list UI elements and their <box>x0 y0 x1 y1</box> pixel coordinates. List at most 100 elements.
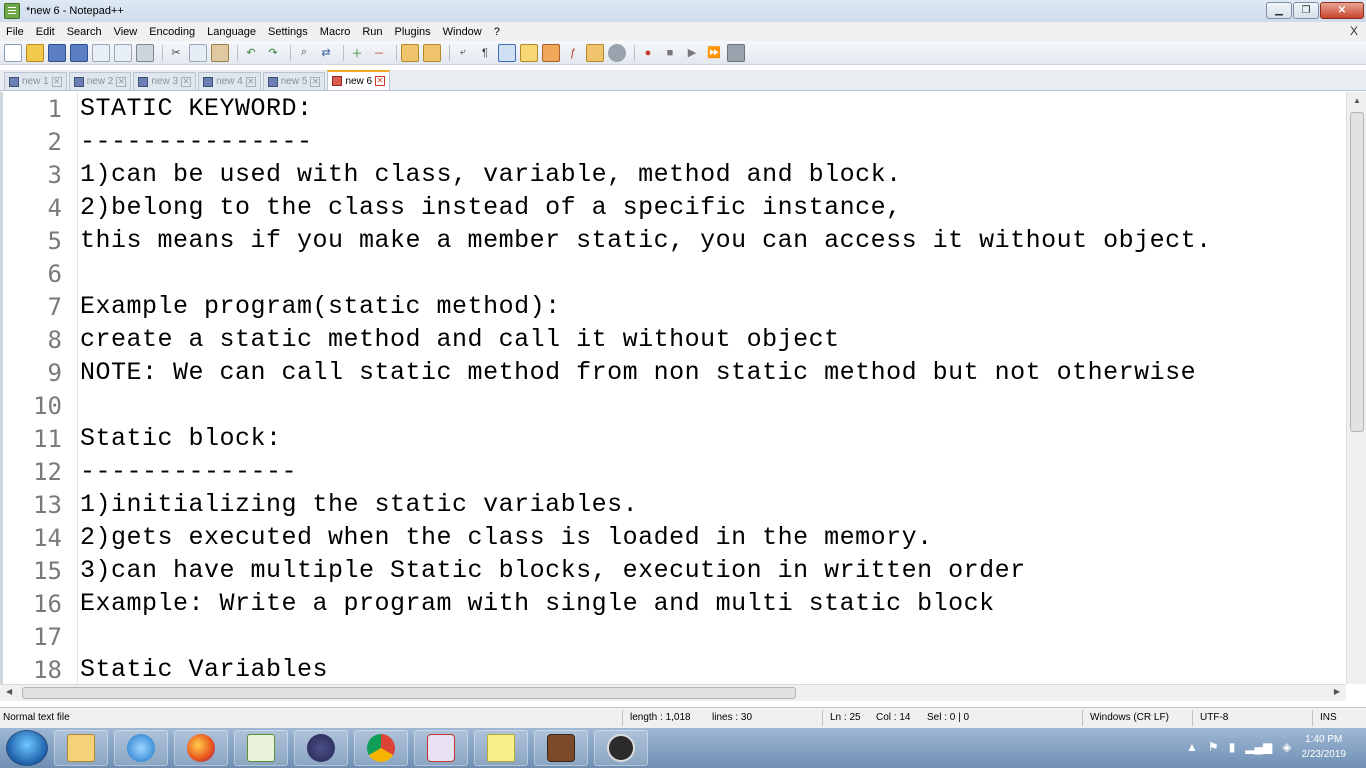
menu-run[interactable]: Run <box>356 26 388 38</box>
menu-window[interactable]: Window <box>437 26 488 38</box>
editor-line[interactable]: 17 <box>3 620 1346 653</box>
indent-guide-icon[interactable] <box>498 43 516 62</box>
restore-button[interactable]: ❐ <box>1293 2 1319 19</box>
line-text[interactable]: Static Variables <box>71 655 328 684</box>
save-icon[interactable] <box>48 43 66 62</box>
menu-plugins[interactable]: Plugins <box>389 26 437 38</box>
tab-close-icon[interactable]: ✕ <box>181 76 192 87</box>
scroll-right-icon[interactable]: ▶ <box>1334 687 1340 696</box>
editor-line[interactable]: 6 <box>3 257 1346 290</box>
taskbar-snipping-tool[interactable] <box>414 730 468 766</box>
document-map-icon[interactable] <box>542 43 560 62</box>
taskbar-sticky-notes[interactable] <box>474 730 528 766</box>
menu-encoding[interactable]: Encoding <box>143 26 201 38</box>
editor-line[interactable]: 15 3)can have multiple Static blocks, exe… <box>3 554 1346 587</box>
tab-close-icon[interactable]: ✕ <box>245 76 256 87</box>
editor-line[interactable]: 4 2)belong to the class instead of a spec… <box>3 191 1346 224</box>
line-text[interactable]: create a static method and call it witho… <box>71 325 840 354</box>
print-icon[interactable] <box>136 43 154 62</box>
editor-line[interactable]: 18 Static Variables <box>3 653 1346 684</box>
action-center-flag-icon[interactable]: ⚑ <box>1208 740 1219 754</box>
tab-close-icon[interactable]: ✕ <box>310 76 321 87</box>
monitoring-icon[interactable] <box>608 43 626 62</box>
close-file-icon[interactable] <box>92 43 110 62</box>
close-button[interactable]: ✕ <box>1320 2 1364 19</box>
cut-icon[interactable]: ✂ <box>167 44 185 62</box>
menu-edit[interactable]: Edit <box>30 26 61 38</box>
line-text[interactable]: 2)belong to the class instead of a speci… <box>71 193 902 222</box>
tab-new-6[interactable]: new 6 ✕ <box>327 70 391 90</box>
line-text[interactable]: STATIC KEYWORD: <box>71 94 313 123</box>
clock[interactable]: 1:40 PM 2/23/2019 <box>1302 732 1347 762</box>
paste-icon[interactable] <box>211 43 229 62</box>
tab-new-2[interactable]: new 2 ✕ <box>68 72 132 90</box>
tab-new-4[interactable]: new 4 ✕ <box>198 72 261 90</box>
horizontal-scrollbar[interactable]: ◀ ▶ <box>0 684 1346 701</box>
open-file-icon[interactable] <box>26 43 44 62</box>
editor-line[interactable]: 12 -------------- <box>3 455 1346 488</box>
scroll-left-icon[interactable]: ◀ <box>6 687 12 696</box>
start-orb-icon[interactable] <box>6 730 48 766</box>
undo-icon[interactable]: ↶ <box>242 44 260 62</box>
replace-icon[interactable]: ⇄ <box>317 44 335 62</box>
editor-line[interactable]: 8 create a static method and call it with… <box>3 323 1346 356</box>
taskbar-notepadpp[interactable] <box>234 730 288 766</box>
menu-language[interactable]: Language <box>201 26 262 38</box>
taskbar-folder[interactable] <box>54 730 108 766</box>
define-language-icon[interactable] <box>520 43 538 62</box>
minimize-button[interactable]: ▁ <box>1266 2 1292 19</box>
editor-line[interactable]: 9 NOTE: We can call static method from no… <box>3 356 1346 389</box>
sync-horizontal-icon[interactable] <box>423 43 441 62</box>
tab-new-5[interactable]: new 5 ✕ <box>262 72 326 90</box>
show-hidden-icons-icon[interactable]: ▲ <box>1186 740 1198 754</box>
save-all-icon[interactable] <box>70 43 88 62</box>
scroll-up-icon[interactable]: ▲ <box>1347 92 1366 109</box>
taskbar-obs[interactable] <box>594 730 648 766</box>
stop-recording-icon[interactable]: ■ <box>661 44 679 62</box>
run-macro-multiple-icon[interactable]: ⏩ <box>705 44 723 62</box>
taskbar-chrome[interactable] <box>354 730 408 766</box>
taskbar-app[interactable] <box>534 730 588 766</box>
vertical-scrollbar[interactable]: ▲ <box>1346 92 1366 684</box>
redo-icon[interactable]: ↷ <box>264 44 282 62</box>
line-text[interactable]: -------------- <box>71 457 297 486</box>
tab-close-icon[interactable]: ✕ <box>51 76 62 87</box>
playback-macro-icon[interactable]: ▶ <box>683 44 701 62</box>
save-macro-icon[interactable] <box>727 43 745 62</box>
menu-file[interactable]: File <box>0 26 30 38</box>
volume-icon[interactable]: ◈ <box>1282 740 1291 754</box>
taskbar-ie[interactable] <box>114 730 168 766</box>
editor-line[interactable]: 16 Example: Write a program with single a… <box>3 587 1346 620</box>
line-text[interactable]: 1)initializing the static variables. <box>71 490 638 519</box>
editor-line[interactable]: 3 1)can be used with class, variable, met… <box>3 158 1346 191</box>
close-all-icon[interactable] <box>114 43 132 62</box>
tab-close-icon[interactable]: ✕ <box>375 76 386 86</box>
line-text[interactable]: 2)gets executed when the class is loaded… <box>71 523 933 552</box>
function-list-icon[interactable]: ƒ <box>564 44 582 62</box>
new-file-icon[interactable] <box>4 43 22 62</box>
zoom-out-icon[interactable]: － <box>370 44 388 62</box>
copy-icon[interactable] <box>189 43 207 62</box>
menu-view[interactable]: View <box>108 26 144 38</box>
show-all-characters-icon[interactable]: ¶ <box>476 44 494 62</box>
line-text[interactable]: Example program(static method): <box>71 292 561 321</box>
menu-help[interactable]: ? <box>488 26 506 38</box>
editor-line[interactable]: 11 Static block: <box>3 422 1346 455</box>
vertical-scroll-thumb[interactable] <box>1350 112 1364 432</box>
editor-line[interactable]: 5 this means if you make a member static,… <box>3 224 1346 257</box>
word-wrap-icon[interactable]: ⤶ <box>454 44 472 62</box>
close-document-button[interactable]: X <box>1350 24 1358 38</box>
tab-new-1[interactable]: new 1 ✕ <box>4 72 67 90</box>
find-icon[interactable]: ⌕ <box>295 44 313 62</box>
text-editor[interactable]: 1 STATIC KEYWORD: 2 --------------- 3 1)can… <box>0 92 1346 684</box>
line-text[interactable]: NOTE: We can call static method from non… <box>71 358 1196 387</box>
tab-new-3[interactable]: new 3 ✕ <box>133 72 197 90</box>
tab-close-icon[interactable]: ✕ <box>116 76 127 87</box>
line-text[interactable]: Example: Write a program with single and… <box>71 589 995 618</box>
taskbar-eclipse[interactable] <box>294 730 348 766</box>
zoom-in-icon[interactable]: ＋ <box>348 44 366 62</box>
line-text[interactable]: this means if you make a member static, … <box>71 226 1212 255</box>
editor-line[interactable]: 7 Example program(static method): <box>3 290 1346 323</box>
menu-settings[interactable]: Settings <box>262 26 314 38</box>
folder-as-workspace-icon[interactable] <box>586 43 604 62</box>
